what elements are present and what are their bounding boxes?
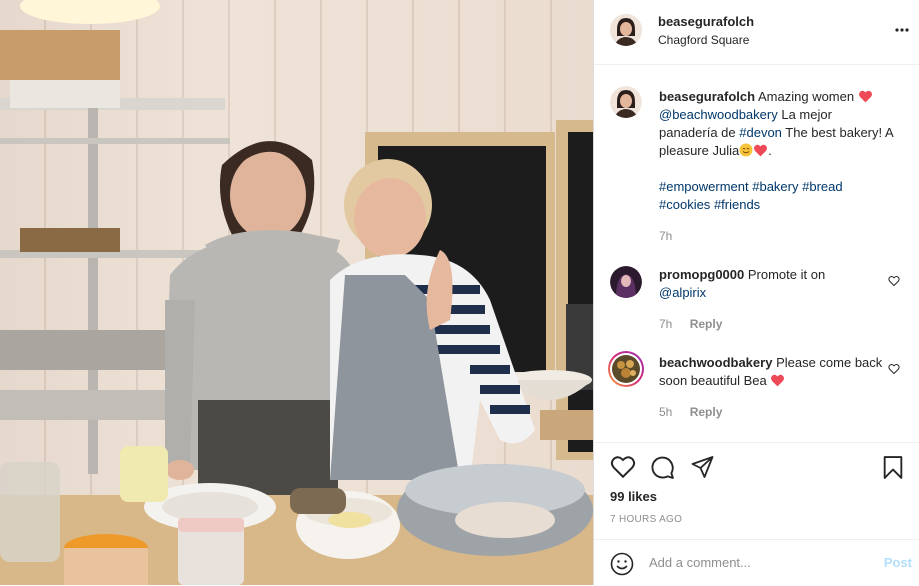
heart-icon[interactable]	[610, 455, 636, 482]
comment-meta: 5h Reply	[659, 405, 722, 419]
commenter-avatar[interactable]	[610, 266, 642, 298]
comment-item: beachwoodbakery Please come back soon be…	[659, 354, 894, 390]
post-caption: beasegurafolch Amazing women @beachwoodb…	[659, 89, 893, 212]
caption-time[interactable]: 7h	[659, 229, 672, 243]
more-icon[interactable]	[894, 22, 910, 38]
author-username[interactable]: beasegurafolch	[658, 14, 754, 29]
actions-divider	[594, 442, 919, 443]
caption-text: Amazing women	[758, 89, 855, 104]
instagram-post: beasegurafolch Chagford Square beasegura…	[0, 0, 919, 585]
post-header: beasegurafolch Chagford Square	[594, 0, 919, 65]
share-icon[interactable]	[690, 455, 715, 482]
post-photo[interactable]	[0, 0, 593, 585]
add-comment-bar: Post	[594, 539, 919, 586]
reply-button[interactable]: Reply	[690, 405, 723, 419]
heart-emoji-icon	[771, 374, 785, 387]
hashtag-link[interactable]: #bakery	[752, 179, 798, 194]
mention-link[interactable]: @alpirix	[659, 285, 706, 300]
reply-button[interactable]: Reply	[690, 317, 723, 331]
post-comment-button[interactable]: Post	[884, 555, 912, 570]
post-location[interactable]: Chagford Square	[658, 33, 749, 47]
comment-username[interactable]: beachwoodbakery	[659, 355, 772, 370]
photo-illustration	[0, 0, 593, 585]
avatar-image	[610, 266, 642, 298]
comment-text: Promote it on	[747, 267, 826, 282]
avatar-image	[610, 86, 642, 118]
action-bar	[610, 455, 904, 481]
hashtag-link[interactable]: #empowerment	[659, 179, 749, 194]
caption-username[interactable]: beasegurafolch	[659, 89, 755, 104]
comment-username[interactable]: promopg0000	[659, 267, 744, 282]
post-sidebar: beasegurafolch Chagford Square beasegura…	[593, 0, 919, 585]
hashtag-link[interactable]: #cookies	[659, 197, 710, 212]
comment-time[interactable]: 5h	[659, 405, 672, 419]
bookmark-icon[interactable]	[882, 455, 904, 483]
likes-count[interactable]: 99 likes	[610, 489, 657, 504]
hugging-face-emoji-icon	[739, 143, 753, 157]
like-comment-heart-icon[interactable]	[888, 363, 900, 375]
comment-time[interactable]: 7h	[659, 317, 672, 331]
commenter-avatar[interactable]	[608, 351, 644, 387]
emoji-icon[interactable]	[610, 552, 634, 576]
like-comment-heart-icon[interactable]	[888, 275, 900, 287]
hashtag-link[interactable]: #devon	[739, 125, 782, 140]
author-avatar[interactable]	[610, 14, 642, 46]
hashtag-link[interactable]: #friends	[714, 197, 760, 212]
heart-emoji-icon	[754, 144, 768, 157]
comment-item: promopg0000 Promote it on @alpirix	[659, 266, 894, 302]
add-comment-input[interactable]	[649, 555, 849, 570]
mention-link[interactable]: @beachwoodbakery	[659, 107, 778, 122]
comment-meta: 7h Reply	[659, 317, 722, 331]
caption-avatar[interactable]	[610, 86, 642, 118]
comment-icon[interactable]	[650, 455, 675, 483]
heart-emoji-icon	[858, 90, 872, 103]
avatar-image	[610, 14, 642, 46]
post-timestamp[interactable]: 7 HOURS AGO	[610, 514, 682, 525]
hashtag-link[interactable]: #bread	[802, 179, 842, 194]
avatar-image	[612, 355, 640, 383]
